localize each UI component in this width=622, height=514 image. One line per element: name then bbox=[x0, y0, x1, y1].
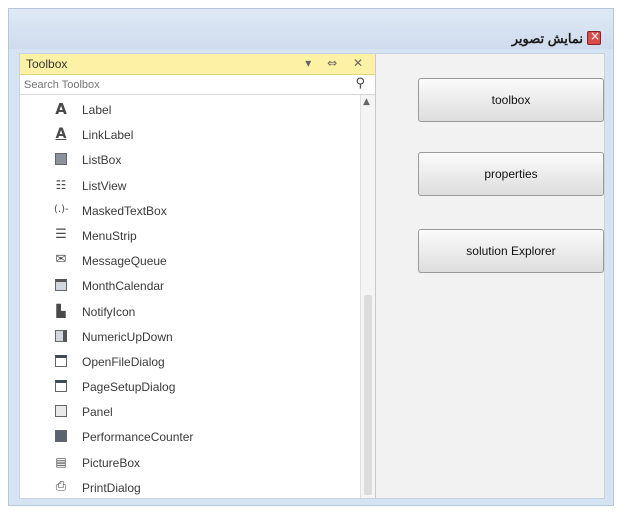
toolbox-item-label: OpenFileDialog bbox=[82, 354, 165, 369]
numericupdown-icon bbox=[55, 329, 67, 342]
toolbox-item[interactable]: ☷ ListView bbox=[20, 174, 360, 199]
toolbox-item[interactable]: NumericUpDown bbox=[20, 325, 360, 350]
listbox-icon bbox=[55, 153, 67, 166]
toolbox-item-label: ListView bbox=[82, 178, 127, 193]
linklabel-icon: A bbox=[55, 126, 67, 143]
listview-icon: ☷ bbox=[55, 177, 67, 192]
toolbox-window-controls[interactable]: ▾ ⇔ ✕ bbox=[305, 56, 369, 70]
label-a-icon: A bbox=[55, 100, 67, 118]
toolbox-item[interactable]: Panel bbox=[20, 400, 360, 425]
panel-icon bbox=[55, 405, 67, 418]
toolbox-title: Toolbox bbox=[26, 57, 68, 71]
toolbox-item[interactable]: PageSetupDialog bbox=[20, 375, 360, 400]
notifyicon-icon: ▙ bbox=[56, 303, 66, 318]
printdialog-icon: ⎙ bbox=[55, 478, 67, 494]
menustrip-icon: ☰ bbox=[55, 226, 67, 242]
toolbox-item-label: PerformanceCounter bbox=[82, 430, 194, 445]
toolbox-item-label: LinkLabel bbox=[82, 128, 134, 143]
toolbox-button[interactable]: toolbox bbox=[418, 78, 604, 122]
toolbox-item[interactable]: ⎙ PrintDialog bbox=[20, 476, 360, 501]
toolbox-item[interactable]: ✉ MessageQueue bbox=[20, 249, 360, 274]
toolbox-item[interactable]: PerformanceCounter bbox=[20, 425, 360, 450]
messagequeue-icon: ✉ bbox=[55, 252, 67, 268]
toolbox-scrollbar[interactable]: ▲ bbox=[360, 95, 375, 498]
toolbox-item[interactable]: A LinkLabel bbox=[20, 123, 360, 148]
toolbox-item-label: MonthCalendar bbox=[82, 279, 165, 294]
toolbox-item[interactable]: ▤ PictureBox bbox=[20, 451, 360, 476]
close-icon[interactable] bbox=[587, 29, 601, 45]
toolbox-item-label: PageSetupDialog bbox=[82, 380, 176, 395]
toolbox-item[interactable]: ☰ MenuStrip bbox=[20, 224, 360, 249]
toolbox-item[interactable]: OpenFileDialog bbox=[20, 350, 360, 375]
toolbox-item-label: PictureBox bbox=[82, 455, 141, 470]
toolbox-item[interactable]: A Label bbox=[20, 98, 360, 123]
solution-explorer-button[interactable]: solution Explorer bbox=[418, 229, 604, 273]
toolbox-search-input[interactable] bbox=[22, 76, 336, 93]
properties-button[interactable]: properties bbox=[418, 152, 604, 196]
openfiledialog-icon bbox=[55, 354, 67, 367]
search-icon[interactable]: ⚲ bbox=[355, 76, 365, 91]
title-bar[interactable]: نمایش تصویر bbox=[9, 9, 613, 49]
toolbox-item-label: MessageQueue bbox=[82, 254, 167, 269]
toolbox-item-label: PrintDialog bbox=[82, 480, 141, 495]
maskedtextbox-icon: (.)- bbox=[54, 203, 69, 215]
toolbox-search-bar: ⚲ bbox=[20, 75, 375, 95]
toolbox-item[interactable]: MonthCalendar bbox=[20, 274, 360, 299]
scrollbar-thumb[interactable] bbox=[364, 295, 372, 495]
toolbox-item-label: NotifyIcon bbox=[82, 304, 136, 319]
toolbox-item-label: ListBox bbox=[82, 153, 122, 168]
toolbox-item-label: Panel bbox=[82, 405, 113, 420]
toolbox-item-label: MenuStrip bbox=[82, 228, 137, 243]
toolbox-item[interactable]: ListBox bbox=[20, 148, 360, 173]
window-title: نمایش تصویر bbox=[511, 31, 583, 46]
picturebox-icon: ▤ bbox=[55, 454, 67, 469]
toolbox-item[interactable]: ▙ NotifyIcon bbox=[20, 300, 360, 325]
performancecounter-icon bbox=[55, 430, 67, 443]
toolbox-item-label: NumericUpDown bbox=[82, 329, 173, 344]
pagesetupdialog-icon bbox=[55, 380, 67, 393]
toolbox-panel: Toolbox ▾ ⇔ ✕ ⚲ A Label A LinkLabel List bbox=[20, 54, 376, 498]
toolbox-item[interactable]: (.)- MaskedTextBox bbox=[20, 199, 360, 224]
toolbox-item-label: Label bbox=[82, 103, 112, 117]
monthcalendar-icon bbox=[55, 279, 67, 292]
toolbox-item-label: MaskedTextBox bbox=[82, 203, 167, 218]
form-window: نمایش تصویر Toolbox ▾ ⇔ ✕ ⚲ A Label A Li… bbox=[8, 8, 614, 506]
toolbox-header[interactable]: Toolbox ▾ ⇔ ✕ bbox=[20, 54, 375, 75]
scroll-up-arrow-icon[interactable]: ▲ bbox=[363, 97, 370, 107]
toolbox-item-list: A Label A LinkLabel ListBox ☷ ListView (… bbox=[20, 98, 360, 501]
form-client-area: Toolbox ▾ ⇔ ✕ ⚲ A Label A LinkLabel List bbox=[19, 53, 605, 499]
